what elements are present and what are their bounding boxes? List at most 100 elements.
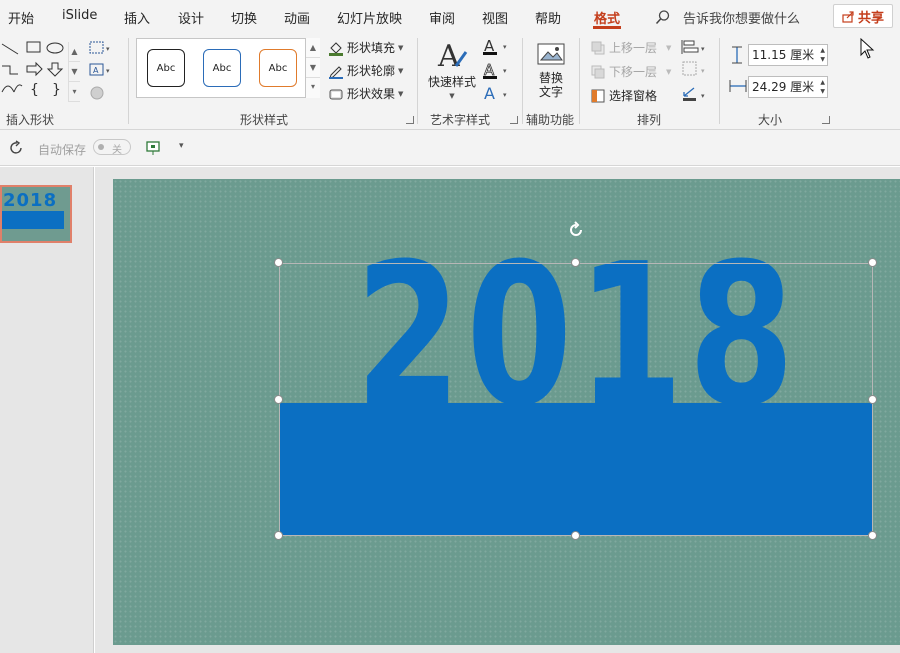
chevron-down-icon: ▼ — [398, 89, 404, 98]
ribbon: { } ▲ ▼ ▾ ▾ A ▾ 插入形状 Abc Abc Abc ▲ ▼ ▾ 形… — [0, 32, 900, 130]
shape-height-input[interactable]: 11.15 厘米 ▲ ▼ — [748, 44, 828, 66]
shape-fill-button[interactable]: 形状填充 ▼ — [328, 39, 403, 56]
group-divider — [522, 38, 523, 124]
shapes-gallery[interactable]: { } ▲ ▼ ▾ — [0, 36, 80, 102]
group-divider — [579, 38, 580, 124]
toggle-knob — [98, 144, 104, 150]
svg-text:▾: ▾ — [503, 67, 507, 75]
selection-pane-button[interactable]: 选择窗格 — [590, 87, 657, 104]
customize-qat-icon[interactable]: ▾ — [179, 141, 184, 151]
autosave-toggle[interactable]: 关 — [93, 139, 131, 156]
shape-effects-label: 形状效果 — [347, 87, 396, 101]
shape-style-option[interactable]: Abc — [203, 49, 241, 87]
shape-effects-icon — [329, 89, 343, 99]
group-label-size: 大小 — [758, 113, 783, 127]
shape-width-icon — [729, 80, 747, 92]
thumbnail-bar-shape — [2, 211, 64, 229]
chevron-down-icon: ▼ — [666, 43, 672, 52]
resize-handle-top-right[interactable] — [868, 258, 877, 267]
paint-bucket-icon — [329, 41, 343, 56]
send-backward-label: 下移一层 — [609, 65, 658, 79]
tab-view[interactable]: 视图 — [482, 8, 508, 27]
quick-styles-button[interactable]: A 快速样式 ▼ — [424, 38, 480, 103]
tab-review[interactable]: 审阅 — [429, 8, 455, 27]
ribbon-tab-bar: 开始 iSlide 插入 设计 切换 动画 幻灯片放映 审阅 视图 帮助 格式 … — [0, 0, 900, 32]
dialog-launcher-icon[interactable] — [822, 116, 830, 124]
svg-text:A: A — [437, 39, 460, 72]
scroll-up-icon[interactable]: ▲ — [306, 38, 320, 58]
tab-slideshow[interactable]: 幻灯片放映 — [337, 8, 402, 27]
group-label-accessibility: 辅助功能 — [526, 113, 575, 127]
slide-thumbnail-pane: 2018 — [0, 167, 94, 653]
shape-style-gallery[interactable]: Abc Abc Abc — [136, 38, 320, 98]
shape-outline-label: 形状轮廓 — [347, 64, 396, 78]
resize-handle-left[interactable] — [274, 395, 283, 404]
dialog-launcher-icon[interactable] — [510, 116, 518, 124]
tab-animations[interactable]: 动画 — [284, 8, 310, 27]
shape-outline-button[interactable]: 形状轮廓 ▼ — [328, 62, 403, 79]
shape-style-option[interactable]: Abc — [259, 49, 297, 87]
selection-frame — [279, 263, 873, 536]
thumbnail-year-text: 2018 — [3, 190, 58, 211]
autosave-label: 自动保存 — [38, 143, 87, 157]
resize-handle-top-left[interactable] — [274, 258, 283, 267]
tab-home[interactable]: 开始 — [8, 8, 34, 27]
width-spinner-icon[interactable]: ▲ ▼ — [820, 78, 825, 96]
svg-text:▾: ▾ — [503, 43, 507, 51]
chevron-down-icon: ▼ — [666, 67, 672, 76]
rotate-handle-icon[interactable] — [566, 220, 586, 240]
pencil-icon — [329, 65, 343, 79]
active-tab-indicator — [593, 26, 621, 29]
share-button[interactable]: 共享 — [833, 4, 893, 28]
shape-width-input[interactable]: 24.29 厘米 ▲ ▼ — [748, 76, 828, 98]
resize-handle-bottom-left[interactable] — [274, 531, 283, 540]
chevron-down-icon: ▼ — [449, 92, 455, 100]
alt-text-label-line1: 替换 — [538, 71, 563, 85]
send-backward-button[interactable]: 下移一层 ▼ — [590, 63, 671, 80]
shape-style-scroll[interactable]: ▲ ▼ ▾ — [305, 38, 320, 98]
expand-gallery-icon[interactable]: ▾ — [306, 78, 320, 96]
group-divider — [417, 38, 418, 124]
tell-me-search[interactable]: 告诉我你想要做什么 — [683, 8, 800, 27]
tab-islide[interactable]: iSlide — [62, 8, 97, 23]
redo-icon[interactable] — [8, 140, 24, 156]
bring-forward-button[interactable]: 上移一层 ▼ — [590, 39, 671, 56]
expand-gallery-icon[interactable]: ▾ — [69, 82, 80, 102]
height-spinner-icon[interactable]: ▲ ▼ — [820, 46, 825, 64]
shapes-gallery-scroll[interactable]: ▲ ▼ ▾ — [68, 42, 80, 102]
svg-text:A: A — [93, 66, 99, 75]
svg-text:▾: ▾ — [701, 92, 705, 100]
align-group-rotate-icons[interactable]: ▾ ▾ ▾ — [680, 38, 708, 104]
resize-handle-right[interactable] — [868, 395, 877, 404]
tab-design[interactable]: 设计 — [178, 8, 204, 27]
edit-shape-icons[interactable]: ▾ A ▾ — [88, 40, 114, 110]
tab-insert[interactable]: 插入 — [124, 8, 150, 27]
resize-handle-bottom-right[interactable] — [868, 531, 877, 540]
share-icon — [842, 10, 854, 23]
slide-thumbnail[interactable]: 2018 — [0, 185, 72, 243]
alt-text-button[interactable]: 替换 文字 — [530, 40, 572, 99]
shape-style-option[interactable]: Abc — [147, 49, 185, 87]
tab-transitions[interactable]: 切换 — [231, 8, 257, 27]
alt-text-label-line2: 文字 — [538, 85, 563, 99]
resize-handle-top[interactable] — [571, 258, 580, 267]
group-divider — [128, 38, 129, 124]
tab-format[interactable]: 格式 — [594, 8, 620, 27]
dialog-launcher-icon[interactable] — [406, 116, 414, 124]
scroll-down-icon[interactable]: ▼ — [306, 58, 320, 78]
resize-handle-bottom[interactable] — [571, 531, 580, 540]
selection-pane-label: 选择窗格 — [609, 89, 658, 103]
shape-width-value: 24.29 厘米 — [752, 80, 815, 94]
tab-help[interactable]: 帮助 — [535, 8, 561, 27]
search-icon[interactable] — [655, 9, 671, 25]
shape-fill-label: 形状填充 — [347, 41, 396, 55]
present-from-start-icon[interactable] — [145, 140, 161, 156]
send-backward-icon — [591, 65, 605, 78]
scroll-down-icon[interactable]: ▼ — [69, 62, 80, 82]
shape-effects-button[interactable]: 形状效果 ▼ — [328, 85, 403, 102]
selection-pane-icon — [591, 89, 605, 102]
svg-text:▾: ▾ — [503, 91, 507, 99]
shape-height-icon — [732, 46, 742, 64]
scroll-up-icon[interactable]: ▲ — [69, 42, 80, 62]
text-fill-outline-effects-icons[interactable]: A ▾ A ▾ A ▾ — [482, 37, 512, 105]
